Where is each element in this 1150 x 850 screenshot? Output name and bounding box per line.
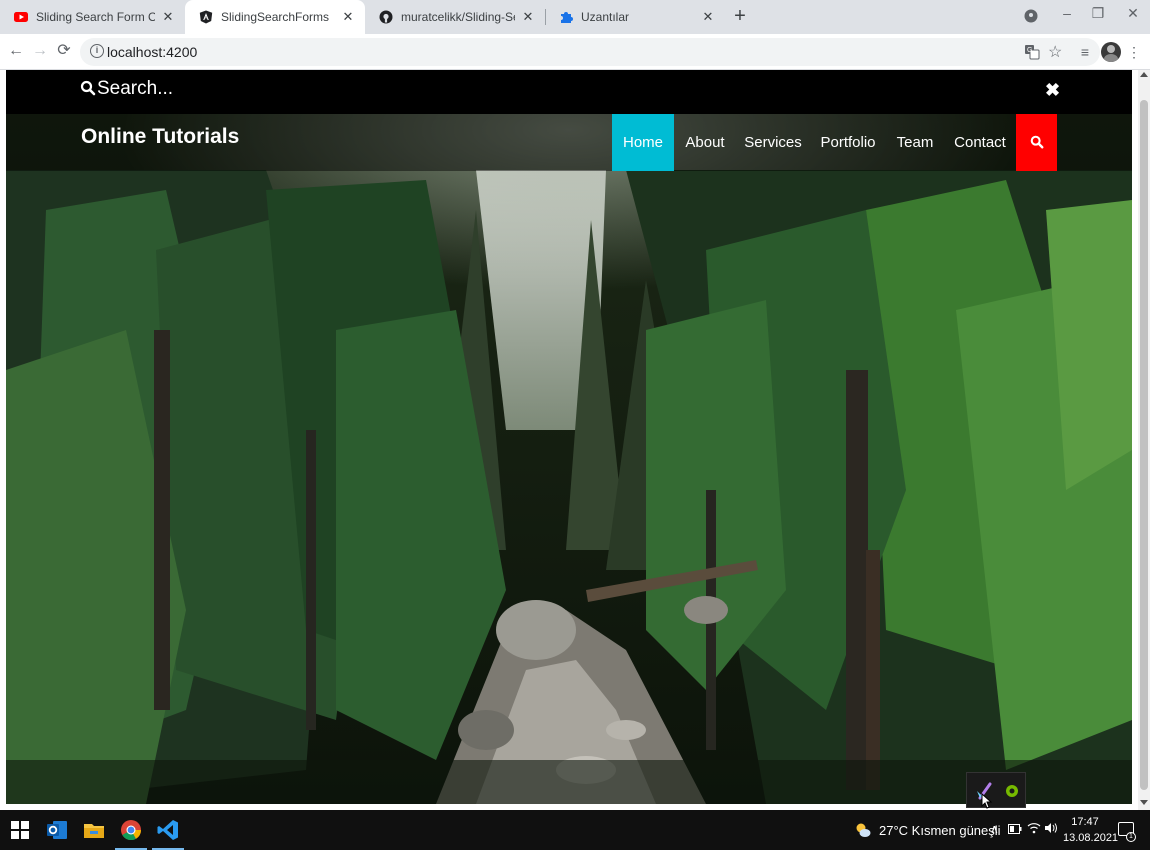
- weather-text: 27°C Kısmen güneşli: [879, 822, 1001, 838]
- tab-github[interactable]: muratcelikk/Sliding-Search-Form ✕: [365, 0, 545, 34]
- url-text[interactable]: localhost:4200: [107, 44, 197, 60]
- show-hidden-icons-icon[interactable]: ∧: [990, 822, 999, 836]
- nav-portfolio[interactable]: Portfolio: [818, 114, 878, 171]
- site-info-icon[interactable]: i: [90, 44, 104, 58]
- tab-sliding-search-forms[interactable]: SlidingSearchForms ✕: [185, 0, 365, 34]
- nav-team[interactable]: Team: [894, 114, 936, 171]
- nav-about[interactable]: About: [680, 114, 730, 171]
- nav-contact[interactable]: Contact: [952, 114, 1008, 171]
- site-brand[interactable]: Online Tutorials: [81, 125, 239, 149]
- file-explorer-icon[interactable]: [82, 818, 106, 842]
- windows-start-icon[interactable]: [8, 818, 32, 842]
- angular-icon: [199, 10, 213, 24]
- reading-list-icon[interactable]: ≡: [1076, 43, 1094, 61]
- bookmark-star-icon[interactable]: ☆: [1048, 42, 1062, 62]
- windows-taskbar: 27°C Kısmen güneşli ∧ 17:47 13.08.2021 1: [0, 810, 1150, 850]
- tab-title: muratcelikk/Sliding-Search-Form: [401, 10, 515, 24]
- website: Search... ✖ Online Tutorials Home About …: [6, 70, 1132, 804]
- vscode-icon[interactable]: [152, 818, 184, 850]
- reload-icon[interactable]: ⟳: [55, 42, 73, 60]
- puzzle-icon: [559, 10, 573, 24]
- search-icon: [80, 80, 96, 96]
- tab-close-icon[interactable]: ✕: [701, 9, 715, 25]
- system-clock[interactable]: 17:47 13.08.2021: [1063, 814, 1119, 846]
- nav-home[interactable]: Home: [612, 114, 674, 171]
- tab-close-icon[interactable]: ✕: [341, 9, 355, 25]
- scroll-thumb[interactable]: [1140, 100, 1148, 790]
- tab-title: Sliding Search Form On Click Anc: [36, 10, 155, 24]
- youtube-icon: [14, 10, 28, 24]
- outlook-icon[interactable]: [45, 818, 69, 842]
- nav-services[interactable]: Services: [742, 114, 804, 171]
- tab-close-icon[interactable]: ✕: [521, 9, 535, 25]
- search-toggle-button[interactable]: [1016, 114, 1057, 171]
- clock-date: 13.08.2021: [1063, 832, 1119, 844]
- browser-tab-strip: Sliding Search Form On Click Anc ✕ Slidi…: [0, 0, 1150, 34]
- tab-title: SlidingSearchForms: [221, 10, 330, 24]
- forest-hero-image: [6, 70, 1132, 804]
- location-pin-icon[interactable]: [1024, 9, 1038, 23]
- weather-widget[interactable]: 27°C Kısmen güneşli: [855, 822, 1001, 838]
- search-icon: [1030, 135, 1044, 149]
- volume-icon[interactable]: [1044, 822, 1058, 837]
- site-navbar: Online Tutorials Home About Services Por…: [6, 114, 1132, 171]
- translate-icon[interactable]: G: [1024, 44, 1040, 60]
- window-close-icon[interactable]: ✕: [1123, 5, 1143, 22]
- tab-title: Uzantılar: [581, 10, 630, 24]
- wifi-icon[interactable]: [1027, 822, 1041, 837]
- tab-extensions[interactable]: Uzantılar ✕: [545, 0, 725, 34]
- back-icon[interactable]: ←: [7, 42, 25, 60]
- sliding-search-bar: Search... ✖: [6, 70, 1132, 114]
- scroll-down-icon[interactable]: [1140, 800, 1148, 805]
- forward-icon[interactable]: →: [31, 42, 49, 60]
- address-bar[interactable]: i localhost:4200 G ☆: [80, 38, 1100, 66]
- chrome-icon[interactable]: [115, 818, 147, 850]
- svg-text:G: G: [1027, 47, 1032, 54]
- github-icon: [379, 10, 393, 24]
- browser-toolbar: ← → ⟳ i localhost:4200 G ☆ ≡ ⋮: [0, 34, 1150, 70]
- page-viewport: Search... ✖ Online Tutorials Home About …: [0, 70, 1150, 810]
- search-input[interactable]: Search...: [97, 78, 173, 100]
- avatar[interactable]: [1101, 42, 1121, 62]
- nvidia-icon[interactable]: [1000, 779, 1024, 803]
- scroll-up-icon[interactable]: [1140, 72, 1148, 77]
- menu-kebab-icon[interactable]: ⋮: [1125, 43, 1143, 61]
- minimize-icon[interactable]: –: [1057, 5, 1077, 21]
- battery-icon[interactable]: [1008, 822, 1022, 837]
- new-tab-button[interactable]: +: [731, 6, 749, 26]
- restore-icon[interactable]: ❐: [1088, 5, 1108, 22]
- search-close-icon[interactable]: ✖: [1045, 80, 1060, 101]
- tab-youtube[interactable]: Sliding Search Form On Click Anc ✕: [0, 0, 185, 34]
- floating-toolbar-widget: [966, 772, 1026, 809]
- tab-close-icon[interactable]: ✕: [161, 9, 175, 25]
- partly-sunny-icon: [856, 823, 871, 837]
- clock-time: 17:47: [1071, 816, 1099, 828]
- page-scrollbar[interactable]: [1138, 70, 1150, 810]
- notification-count-badge: 1: [1126, 832, 1136, 842]
